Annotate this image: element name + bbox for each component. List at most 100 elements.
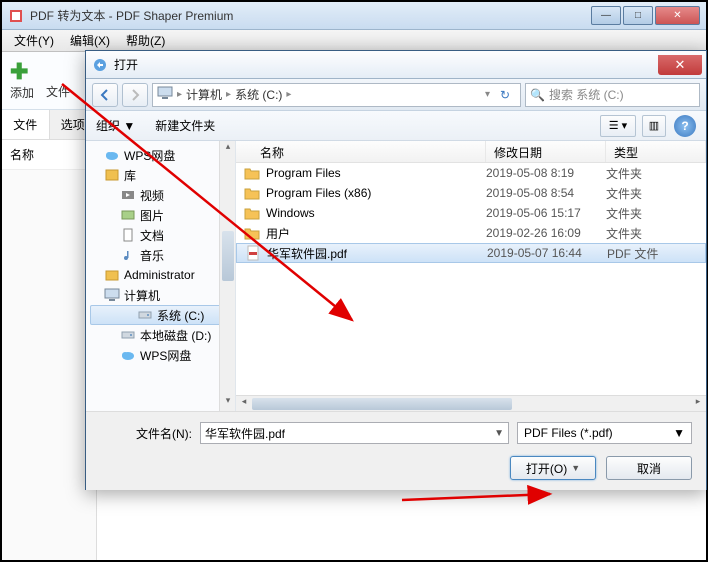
search-placeholder: 搜索 系统 (C:)	[549, 86, 624, 103]
dialog-close-button[interactable]: ✕	[658, 55, 702, 75]
toolbar-add[interactable]: ✚ 添加	[10, 60, 34, 101]
tree-item[interactable]: 本地磁盘 (D:)	[86, 325, 235, 345]
chevron-down-icon[interactable]: ▾	[485, 89, 490, 100]
search-icon: 🔍	[530, 88, 545, 102]
cloud-icon	[104, 148, 120, 162]
address-bar[interactable]: ▸ 计算机 ▸ 系统 (C:) ▸ ▾ ↻	[152, 83, 521, 107]
file-filter-select[interactable]: PDF Files (*.pdf) ▼	[517, 422, 692, 444]
search-input[interactable]: 🔍 搜索 系统 (C:)	[525, 83, 700, 107]
chevron-right-icon: ▸	[177, 89, 182, 100]
cancel-button[interactable]: 取消	[606, 456, 692, 480]
tree-item-label: 视频	[140, 187, 164, 204]
drive-icon	[120, 328, 136, 342]
file-row[interactable]: Program Files (x86) 2019-05-08 8:54文件夹	[236, 183, 706, 203]
library-icon	[104, 168, 120, 182]
scroll-left-icon[interactable]: ◂	[236, 396, 252, 412]
new-folder-button[interactable]: 新建文件夹	[155, 117, 215, 134]
file-name: Program Files (x86)	[266, 186, 371, 200]
tree-item[interactable]: Administrator	[86, 265, 235, 285]
music-icon	[120, 248, 136, 262]
chevron-right-icon: ▸	[226, 89, 231, 100]
nav-forward-button[interactable]	[122, 83, 148, 107]
file-date: 2019-05-07 16:44	[487, 246, 607, 260]
tree-item-label: 计算机	[124, 287, 160, 304]
tab-file[interactable]: 文件	[2, 110, 50, 139]
folder-tree[interactable]: WPS网盘库视频图片文档音乐Administrator计算机系统 (C:)本地磁…	[86, 141, 236, 411]
open-button[interactable]: 打开(O)▼	[510, 456, 596, 480]
file-date: 2019-05-08 8:54	[486, 186, 606, 200]
toolbar-file-label: 文件	[46, 83, 70, 100]
minimize-button[interactable]: —	[591, 6, 621, 25]
main-titlebar: PDF 转为文本 - PDF Shaper Premium — □ ✕	[2, 2, 706, 30]
dialog-title: 打开	[114, 56, 658, 73]
col-name[interactable]: 名称	[236, 141, 486, 162]
tree-item-label: WPS网盘	[140, 347, 191, 364]
tree-item[interactable]: 系统 (C:)	[90, 305, 231, 325]
chevron-down-icon[interactable]: ▼	[673, 426, 685, 440]
folder-icon	[244, 205, 260, 221]
scroll-thumb[interactable]	[222, 231, 234, 281]
menu-edit[interactable]: 编辑(X)	[62, 30, 118, 51]
tree-item-label: WPS网盘	[124, 147, 175, 164]
tree-item-label: Administrator	[124, 268, 195, 282]
video-icon	[120, 188, 136, 202]
scroll-thumb[interactable]	[252, 398, 512, 410]
filter-value: PDF Files (*.pdf)	[524, 426, 613, 440]
view-mode-button[interactable]: ☰ ▾	[600, 115, 636, 137]
computer-icon	[104, 288, 120, 302]
file-type: 文件夹	[606, 185, 706, 202]
tree-item[interactable]: 音乐	[86, 245, 235, 265]
file-row[interactable]: 用户2019-02-26 16:09文件夹	[236, 223, 706, 243]
tree-item[interactable]: 文档	[86, 225, 235, 245]
filename-label: 文件名(N):	[100, 425, 200, 442]
tree-item-label: 库	[124, 167, 136, 184]
crumb-drive[interactable]: 系统 (C:)	[235, 86, 282, 103]
dialog-footer: 文件名(N): 华军软件园.pdf ▼ PDF Files (*.pdf) ▼ …	[86, 411, 706, 490]
col-type[interactable]: 类型	[606, 141, 706, 162]
image-icon	[120, 208, 136, 222]
tree-item[interactable]: WPS网盘	[86, 345, 235, 365]
organize-menu[interactable]: 组织 ▼	[96, 117, 135, 134]
filename-input[interactable]: 华军软件园.pdf ▼	[200, 422, 509, 444]
file-type: 文件夹	[606, 225, 706, 242]
folder-icon	[244, 165, 260, 181]
left-panel: 文件 选项 名称	[2, 110, 97, 560]
file-type: 文件夹	[606, 165, 706, 182]
tree-item[interactable]: 视频	[86, 185, 235, 205]
arrow-left-icon	[97, 87, 113, 103]
chevron-down-icon[interactable]: ▼	[494, 428, 504, 439]
drive-icon	[137, 308, 153, 322]
pdf-icon	[245, 245, 261, 261]
plus-icon: ✚	[10, 60, 34, 84]
tree-item[interactable]: 计算机	[86, 285, 235, 305]
close-button[interactable]: ✕	[655, 6, 700, 25]
horizontal-scrollbar[interactable]: ◂ ▸	[236, 395, 706, 411]
file-name: Windows	[266, 206, 315, 220]
scroll-right-icon[interactable]: ▸	[690, 396, 706, 412]
chevron-right-icon: ▸	[286, 89, 291, 100]
file-row[interactable]: Program Files2019-05-08 8:19文件夹	[236, 163, 706, 183]
toolbar-add-label: 添加	[10, 84, 34, 101]
filename-value: 华军软件园.pdf	[205, 425, 285, 442]
col-date[interactable]: 修改日期	[486, 141, 606, 162]
column-name: 名称	[2, 140, 96, 170]
file-name: Program Files	[266, 166, 341, 180]
folder-icon	[244, 225, 260, 241]
preview-pane-button[interactable]: ▥	[642, 115, 666, 137]
maximize-button[interactable]: □	[623, 6, 653, 25]
refresh-button[interactable]: ↻	[494, 88, 516, 102]
tree-item[interactable]: 图片	[86, 205, 235, 225]
file-row[interactable]: 华军软件园.pdf2019-05-07 16:44PDF 文件	[236, 243, 706, 263]
tree-item[interactable]: 库	[86, 165, 235, 185]
crumb-computer[interactable]: 计算机	[186, 86, 222, 103]
doc-icon	[120, 228, 136, 242]
file-list[interactable]: Program Files2019-05-08 8:19文件夹Program F…	[236, 163, 706, 395]
tree-scrollbar[interactable]: ▴▾	[219, 141, 235, 411]
nav-back-button[interactable]	[92, 83, 118, 107]
file-row[interactable]: Windows2019-05-06 15:17文件夹	[236, 203, 706, 223]
menu-help[interactable]: 帮助(Z)	[118, 30, 173, 51]
menu-file[interactable]: 文件(Y)	[6, 30, 62, 51]
tree-item[interactable]: WPS网盘	[86, 145, 235, 165]
tree-item-label: 文档	[140, 227, 164, 244]
help-button[interactable]: ?	[674, 115, 696, 137]
